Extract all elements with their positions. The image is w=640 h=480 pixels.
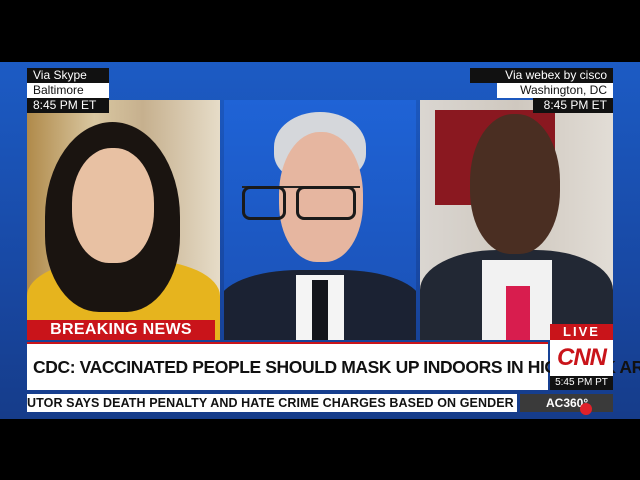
broadcast-clock: 5:45 PM PT (550, 376, 613, 390)
right-guest-face (470, 114, 560, 254)
right-time-label: 8:45 PM ET (533, 98, 613, 113)
live-badge: LIVE (550, 324, 613, 340)
host-video (224, 100, 416, 340)
host-tie (312, 280, 328, 340)
record-dot-icon (580, 403, 592, 415)
breaking-news-banner: BREAKING NEWS (27, 320, 215, 340)
ticker-text: UTOR SAYS DEATH PENALTY AND HATE CRIME C… (27, 396, 514, 410)
cnn-logo-text: CNN (557, 344, 607, 371)
right-guest-video (420, 100, 613, 340)
broadcast-frame: Via Skype Baltimore 8:45 PM ET Via webex… (0, 62, 640, 419)
glasses-right-lens (296, 186, 356, 220)
cnn-logo: CNN (550, 340, 613, 376)
right-via-label: Via webex by cisco (470, 68, 613, 83)
left-via-label: Via Skype (27, 68, 109, 83)
left-guest-face (72, 148, 154, 263)
right-guest-info: Via webex by cisco Washington, DC 8:45 P… (470, 68, 613, 113)
headline-banner: CDC: VACCINATED PEOPLE SHOULD MASK UP IN… (27, 342, 640, 390)
left-time-label: 8:45 PM ET (27, 98, 109, 113)
show-bug: AC360° (520, 394, 613, 412)
news-ticker: UTOR SAYS DEATH PENALTY AND HATE CRIME C… (27, 394, 517, 412)
glasses-left-lens (242, 186, 286, 220)
left-guest-video (27, 100, 220, 340)
left-location-label: Baltimore (27, 83, 109, 98)
right-guest-tie (506, 286, 530, 340)
headline-text: CDC: VACCINATED PEOPLE SHOULD MASK UP IN… (33, 357, 640, 377)
right-location-label: Washington, DC (497, 83, 613, 98)
left-guest-info: Via Skype Baltimore 8:45 PM ET (27, 68, 109, 113)
